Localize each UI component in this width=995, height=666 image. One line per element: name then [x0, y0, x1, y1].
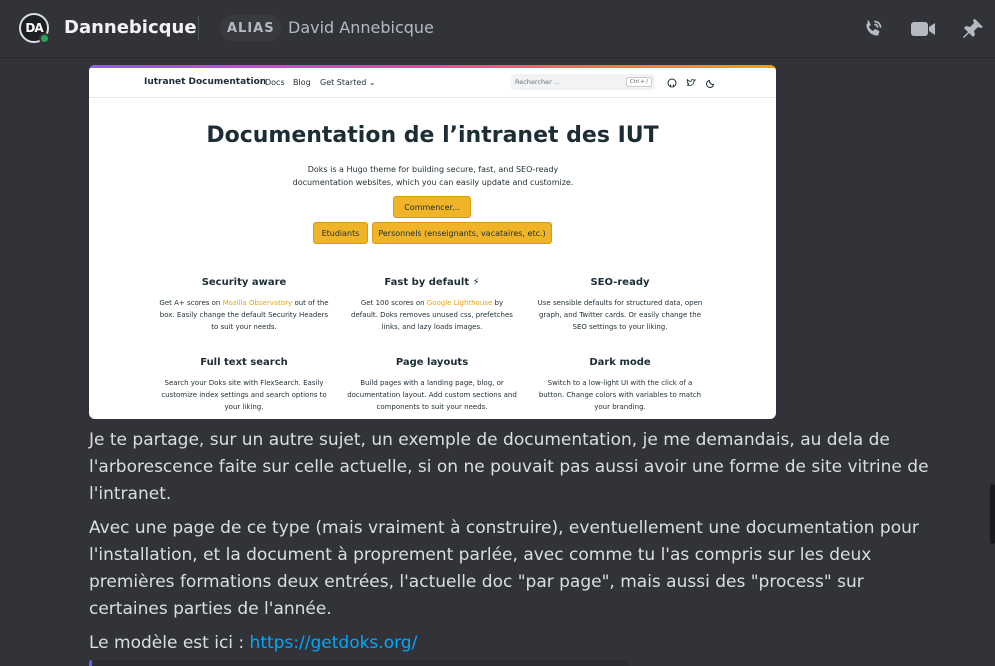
doc-search: Rechercher ... Ctrl + /: [511, 74, 655, 90]
doc-nav-get-started: Get Started ⌄: [320, 78, 376, 87]
getdoks-link[interactable]: https://getdoks.org/: [250, 633, 418, 653]
link-embed-preview: [89, 660, 629, 666]
feature-dark-mode: Dark mode Switch to a low-light UI with …: [535, 357, 705, 413]
moon-icon: [706, 78, 716, 91]
feature-title: SEO-ready: [590, 277, 650, 288]
feature-security: Security aware Get A+ scores on Mozilla …: [159, 277, 329, 333]
phone-call-icon[interactable]: [860, 16, 886, 42]
feature-title: Page layouts: [395, 357, 469, 368]
doc-navbar: Iutranet Documentation Docs Blog Get Sta…: [89, 68, 776, 98]
doc-nav-docs: Docs: [265, 78, 285, 87]
feature-body: Get 100 scores on Google Lighthouse by d…: [351, 299, 513, 331]
doc-nav-blog: Blog: [293, 78, 311, 87]
doc-search-placeholder: Rechercher ...: [515, 78, 561, 86]
doc-brand: Iutranet Documentation: [144, 77, 267, 87]
feature-fast: Fast by default ⚡ Get 100 scores on Goog…: [347, 277, 517, 333]
feature-title: Fast by default ⚡: [384, 277, 480, 288]
doc-hero-lead: Doks is a Hugo theme for building secure…: [292, 165, 574, 187]
feature-body: Search your Doks site with FlexSearch. E…: [161, 379, 327, 411]
channel-header: DA Dannebicque ALIAS David Annebicque: [0, 0, 995, 58]
doc-search-shortcut: Ctrl + /: [626, 77, 652, 87]
feature-body: Build pages with a landing page, blog, o…: [347, 379, 517, 411]
feature-body: Use sensible defaults for structured dat…: [537, 299, 703, 331]
pin-icon[interactable]: [960, 16, 986, 42]
feature-layouts: Page layouts Build pages with a landing …: [347, 357, 517, 413]
online-status-icon: [39, 33, 50, 44]
message-link-prefix: Le modèle est ici :: [89, 633, 250, 653]
alias-tag: ALIAS: [220, 15, 282, 41]
github-icon: [667, 78, 677, 91]
twitter-icon: [686, 78, 697, 91]
channel-name: Dannebicque: [64, 17, 197, 38]
feature-title: Full text search: [200, 357, 288, 368]
chevron-down-icon: ⌄: [368, 78, 376, 87]
doc-students-button: Etudiants: [313, 222, 368, 244]
scrollbar-thumb[interactable]: [990, 484, 995, 544]
feature-title: Security aware: [201, 277, 287, 288]
doc-staff-button: Personnels (enseignants, vacataires, etc…: [372, 222, 552, 244]
doc-hero-title: Documentation de l’intranet des IUT: [206, 123, 659, 148]
message-paragraph-1: Je te partage, sur un autre sujet, un ex…: [89, 430, 929, 504]
feature-search: Full text search Search your Doks site w…: [159, 357, 329, 413]
feature-body: Get A+ scores on Mozilla Observatory out…: [159, 299, 329, 331]
video-camera-icon[interactable]: [910, 16, 936, 42]
message-paragraph-2: Avec une page de ce type (mais vraiment …: [89, 518, 919, 619]
header-divider: [198, 16, 199, 40]
embedded-image[interactable]: Iutranet Documentation Docs Blog Get Sta…: [89, 65, 776, 419]
feature-seo: SEO-ready Use sensible defaults for stru…: [535, 277, 705, 333]
message-paragraph-3: Le modèle est ici : https://getdoks.org/: [89, 630, 929, 657]
doc-start-button: Commencer...: [393, 196, 471, 218]
feature-body: Switch to a low-light UI with the click …: [538, 379, 702, 411]
alias-name: David Annebicque: [288, 18, 434, 37]
feature-title: Dark mode: [589, 357, 651, 368]
